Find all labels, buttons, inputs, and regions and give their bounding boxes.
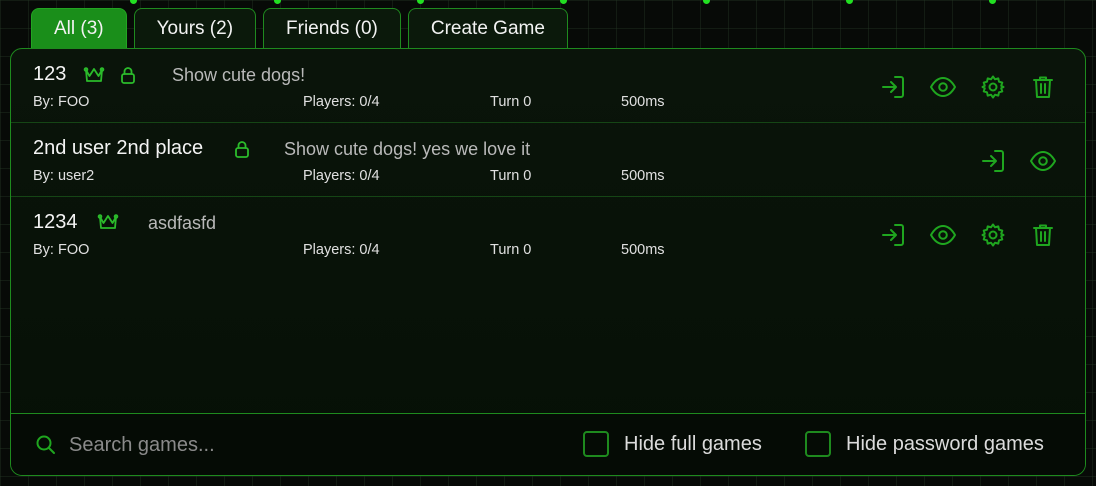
game-description: asdfasfd xyxy=(148,213,217,233)
indicator-dot xyxy=(417,0,424,4)
hide-full-games-box[interactable] xyxy=(583,431,609,457)
join-icon[interactable] xyxy=(879,221,907,249)
indicator-dot xyxy=(130,0,137,4)
game-name: 1234 xyxy=(33,211,78,233)
game-owner: By: user2 xyxy=(33,168,95,184)
game-actions xyxy=(879,221,1057,249)
trash-icon[interactable] xyxy=(1029,221,1057,249)
hide-password-games-checkbox[interactable]: Hide password games xyxy=(805,431,1044,457)
game-turn: Turn 0 xyxy=(490,242,532,258)
gear-icon[interactable] xyxy=(979,221,1007,249)
games-panel: 123 Show cute dogs! By: FOO Players: 0/4… xyxy=(10,48,1086,476)
game-actions xyxy=(879,73,1057,101)
game-owner: By: FOO xyxy=(33,242,90,258)
indicator-dot xyxy=(274,0,281,4)
game-badges xyxy=(233,139,251,164)
eye-icon[interactable] xyxy=(1029,147,1057,175)
hide-full-games-checkbox[interactable]: Hide full games xyxy=(583,431,762,457)
game-name: 2nd user 2nd place xyxy=(33,137,204,159)
tab-yours-label: Yours (2) xyxy=(156,17,234,39)
lock-icon xyxy=(233,139,251,164)
game-tick: 500ms xyxy=(621,168,665,184)
search-input[interactable] xyxy=(69,428,469,462)
game-players: Players: 0/4 xyxy=(303,242,380,258)
eye-icon[interactable] xyxy=(929,73,957,101)
join-icon[interactable] xyxy=(979,147,1007,175)
hide-password-games-label: Hide password games xyxy=(846,432,1044,455)
game-players: Players: 0/4 xyxy=(303,94,380,110)
indicator-dot xyxy=(703,0,710,4)
tab-create-game-label: Create Game xyxy=(430,17,545,39)
game-turn: Turn 0 xyxy=(490,168,532,184)
indicator-dot xyxy=(846,0,853,4)
game-list: 123 Show cute dogs! By: FOO Players: 0/4… xyxy=(11,49,1085,415)
game-turn: Turn 0 xyxy=(490,94,532,110)
game-list-footer: Hide full games Hide password games xyxy=(11,413,1085,475)
trash-icon[interactable] xyxy=(1029,73,1057,101)
tab-all[interactable]: All (3) xyxy=(31,8,127,48)
game-filter-tabs: All (3) Yours (2) Friends (0) Create Gam… xyxy=(31,8,568,48)
tab-friends-label: Friends (0) xyxy=(286,17,378,39)
game-description: Show cute dogs! xyxy=(172,65,306,85)
game-players: Players: 0/4 xyxy=(303,168,380,184)
gear-icon[interactable] xyxy=(979,73,1007,101)
game-tick: 500ms xyxy=(621,242,665,258)
game-badges xyxy=(97,213,119,236)
tab-friends[interactable]: Friends (0) xyxy=(263,8,401,48)
game-description: Show cute dogs! yes we love it xyxy=(284,139,531,159)
search-icon xyxy=(35,434,57,461)
game-tick: 500ms xyxy=(621,94,665,110)
indicator-dot xyxy=(989,0,996,4)
join-icon[interactable] xyxy=(879,73,907,101)
game-name: 123 xyxy=(33,63,67,85)
game-owner: By: FOO xyxy=(33,94,90,110)
game-row: 1234 asdfasfd By: FOO Players: 0/4 Turn … xyxy=(11,197,1085,271)
game-actions xyxy=(979,147,1057,175)
hide-full-games-label: Hide full games xyxy=(624,432,762,455)
game-badges xyxy=(83,65,137,90)
eye-icon[interactable] xyxy=(929,221,957,249)
indicator-dot xyxy=(560,0,567,4)
hide-password-games-box[interactable] xyxy=(805,431,831,457)
tab-all-label: All (3) xyxy=(54,17,104,39)
crown-icon xyxy=(83,66,105,89)
crown-icon xyxy=(97,213,119,236)
tab-yours[interactable]: Yours (2) xyxy=(133,8,257,48)
lock-icon xyxy=(119,65,137,90)
game-row: 123 Show cute dogs! By: FOO Players: 0/4… xyxy=(11,49,1085,123)
tab-create-game[interactable]: Create Game xyxy=(407,8,568,48)
game-row: 2nd user 2nd place Show cute dogs! yes w… xyxy=(11,123,1085,197)
